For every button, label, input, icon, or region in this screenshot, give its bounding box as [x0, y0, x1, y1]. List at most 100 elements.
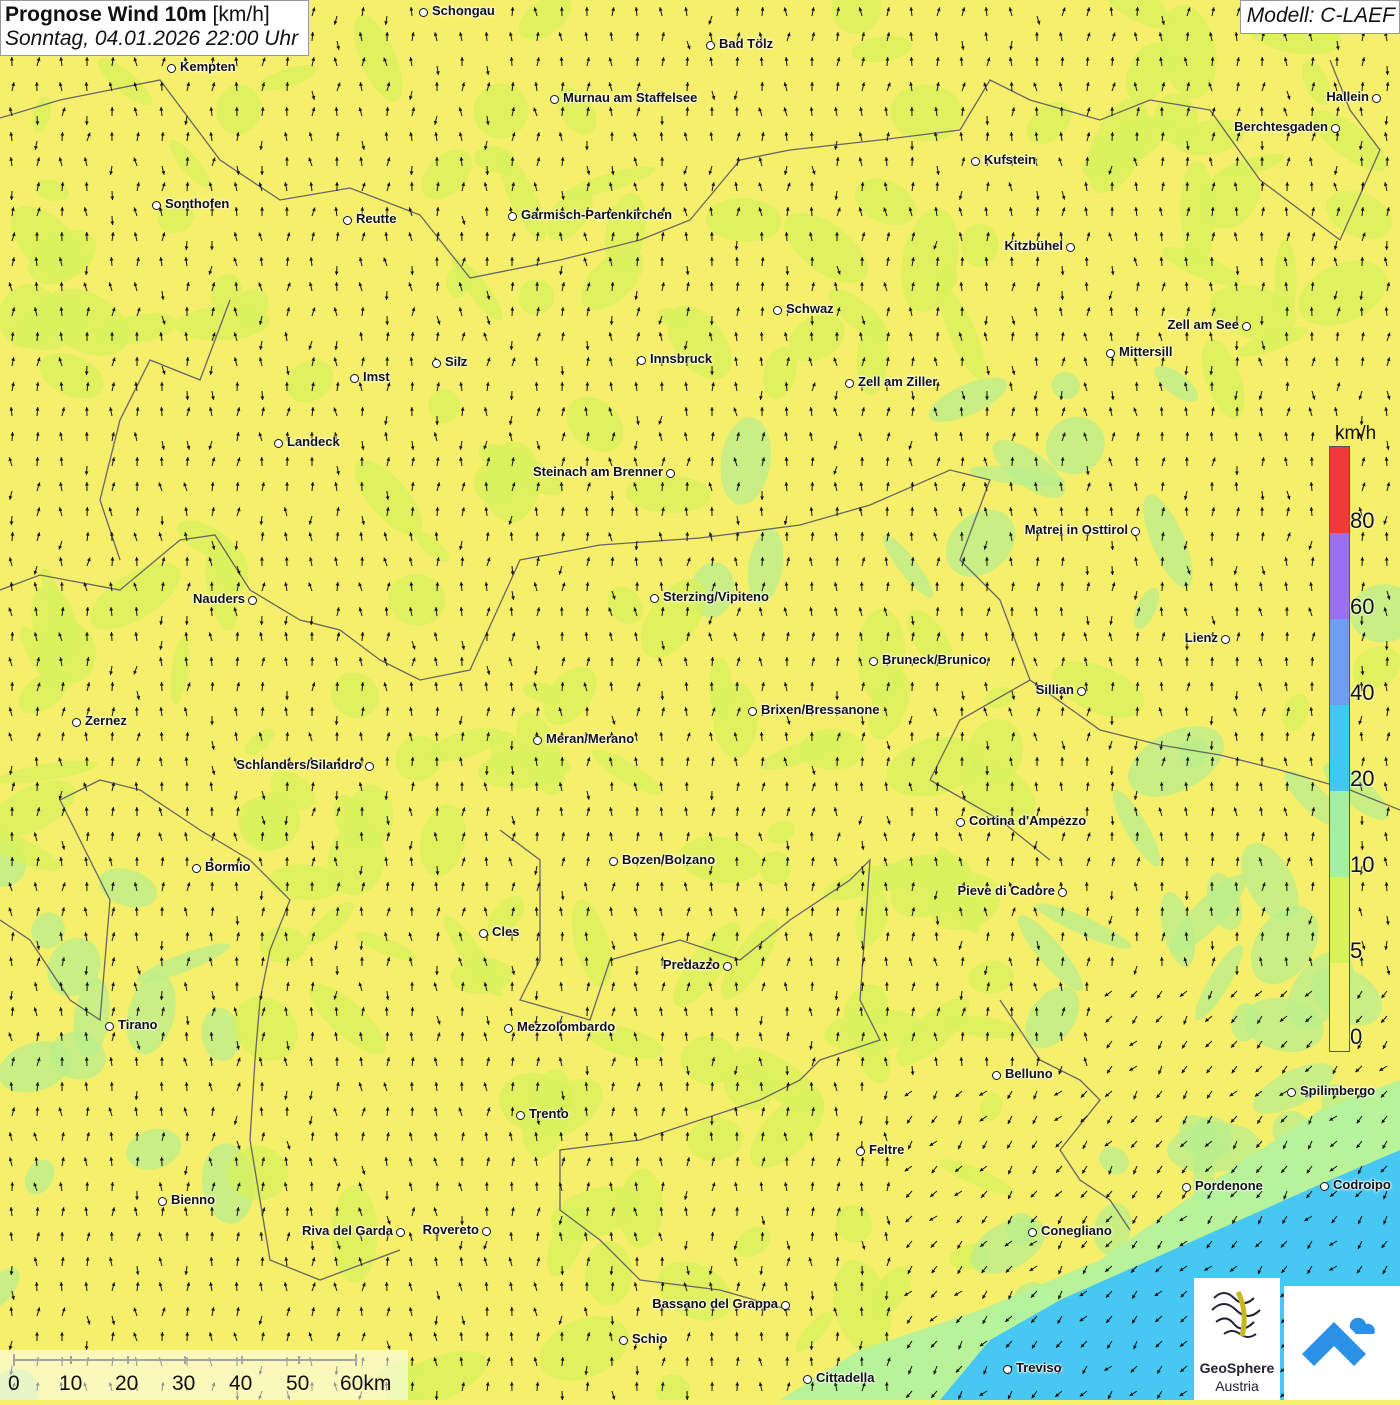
city-label: Mittersill [1119, 344, 1172, 359]
wind-field-patch [585, 1241, 633, 1305]
city-label: Schongau [432, 3, 495, 18]
city-label: Kempten [180, 59, 236, 74]
city-label: Berchtesgaden [1234, 119, 1328, 134]
city-marker [869, 657, 878, 666]
legend-tick-0: 0 [1350, 1024, 1362, 1050]
app-logo[interactable] [1284, 1286, 1400, 1400]
city-marker [167, 64, 176, 73]
city-marker [609, 857, 618, 866]
city-marker [343, 216, 352, 225]
model-label: Modell: C-LAEF [1240, 0, 1400, 34]
map-title-main: Prognose Wind 10m [5, 3, 207, 26]
city-marker [1106, 349, 1115, 358]
city-label: Tirano [118, 1017, 158, 1032]
city-marker [1003, 1365, 1012, 1374]
city-marker [482, 1227, 491, 1236]
city-label: Rovereto [423, 1222, 479, 1237]
city-marker [248, 596, 257, 605]
legend-tick-5: 5 [1350, 938, 1362, 964]
scale-label-20: 20 [115, 1372, 138, 1396]
map-title-unit: [km/h] [213, 3, 270, 26]
city-marker [192, 864, 201, 873]
city-label: Bassano del Grappa [652, 1296, 778, 1311]
scale-label-50: 50 [286, 1372, 309, 1396]
map-title-box: Prognose Wind 10m [km/h] Sonntag, 04.01.… [0, 0, 309, 56]
scale-label-40: 40 [229, 1372, 252, 1396]
city-label: Pieve di Cadore [957, 883, 1055, 898]
city-marker [479, 929, 488, 938]
city-label: Spilimbergo [1300, 1083, 1375, 1098]
city-marker [396, 1228, 405, 1237]
city-label: Kufstein [984, 152, 1036, 167]
city-marker [533, 736, 542, 745]
city-label: Bozen/Bolzano [622, 852, 715, 867]
city-marker [706, 41, 715, 50]
city-marker [856, 1147, 865, 1156]
city-label: Silz [445, 354, 467, 369]
city-marker [1320, 1182, 1329, 1191]
legend-segment-20 [1330, 705, 1349, 791]
city-marker [1372, 94, 1381, 103]
city-label: Cortina d'Ampezzo [969, 813, 1086, 828]
city-label: Garmisch-Partenkirchen [521, 207, 672, 222]
city-marker [516, 1111, 525, 1120]
city-marker [971, 157, 980, 166]
city-marker [1028, 1228, 1037, 1237]
city-label: Murnau am Staffelsee [563, 90, 697, 105]
city-label: Zell am See [1167, 317, 1239, 332]
city-marker [1242, 322, 1251, 331]
city-marker [666, 469, 675, 478]
city-marker [158, 1197, 167, 1206]
legend-tick-60: 60 [1350, 594, 1374, 620]
city-label: Riva del Garda [302, 1223, 393, 1238]
city-marker [1058, 888, 1067, 897]
city-marker [432, 359, 441, 368]
city-marker [1221, 635, 1230, 644]
city-marker [419, 8, 428, 17]
scale-label-0: 0 [8, 1372, 20, 1396]
city-label: Belluno [1005, 1066, 1053, 1081]
scale-label-10: 10 [59, 1372, 82, 1396]
city-label: Zernez [85, 713, 127, 728]
city-marker [1066, 243, 1075, 252]
city-label: Conegliano [1041, 1223, 1112, 1238]
city-marker [550, 95, 559, 104]
city-label: Mezzolombardo [517, 1019, 615, 1034]
city-label: Cles [492, 924, 519, 939]
city-label: Bormio [205, 859, 251, 874]
city-label: Zell am Ziller [858, 374, 937, 389]
map-title: Prognose Wind 10m [km/h] [5, 3, 298, 27]
city-marker [845, 379, 854, 388]
forecast-datetime: Sonntag, 04.01.2026 22:00 Uhr [5, 27, 298, 51]
city-label: Sillian [1036, 682, 1074, 697]
legend-tick-20: 20 [1350, 766, 1374, 792]
city-marker [508, 212, 517, 221]
city-label: Trento [529, 1106, 569, 1121]
city-marker [773, 306, 782, 315]
city-label: Nauders [193, 591, 245, 606]
city-label: Reutte [356, 211, 396, 226]
city-marker [992, 1071, 1001, 1080]
city-label: Codroipo [1333, 1177, 1391, 1192]
legend-tick-10: 10 [1350, 852, 1374, 878]
city-marker [748, 707, 757, 716]
geosphere-logo[interactable]: GeoSphere Austria [1194, 1278, 1280, 1400]
city-label: Imst [363, 369, 390, 384]
city-label: Sonthofen [165, 196, 229, 211]
city-label: Matrei in Osttirol [1025, 522, 1128, 537]
city-marker [105, 1022, 114, 1031]
city-label: Feltre [869, 1142, 904, 1157]
city-label: Bruneck/Brunico [882, 652, 987, 667]
geosphere-country: Austria [1194, 1378, 1280, 1394]
city-label: Brixen/Bressanone [761, 702, 880, 717]
legend-unit: km/h [1335, 423, 1376, 445]
city-label: Schio [632, 1331, 667, 1346]
city-label: Hallein [1326, 89, 1369, 104]
city-marker [650, 594, 659, 603]
legend-segment-5 [1330, 877, 1349, 963]
city-label: Treviso [1016, 1360, 1062, 1375]
city-label: Kitzbühel [1005, 238, 1064, 253]
city-label: Predazzo [663, 957, 720, 972]
legend-segment-40 [1330, 619, 1349, 705]
scale-label-60km: 60km [340, 1372, 391, 1396]
